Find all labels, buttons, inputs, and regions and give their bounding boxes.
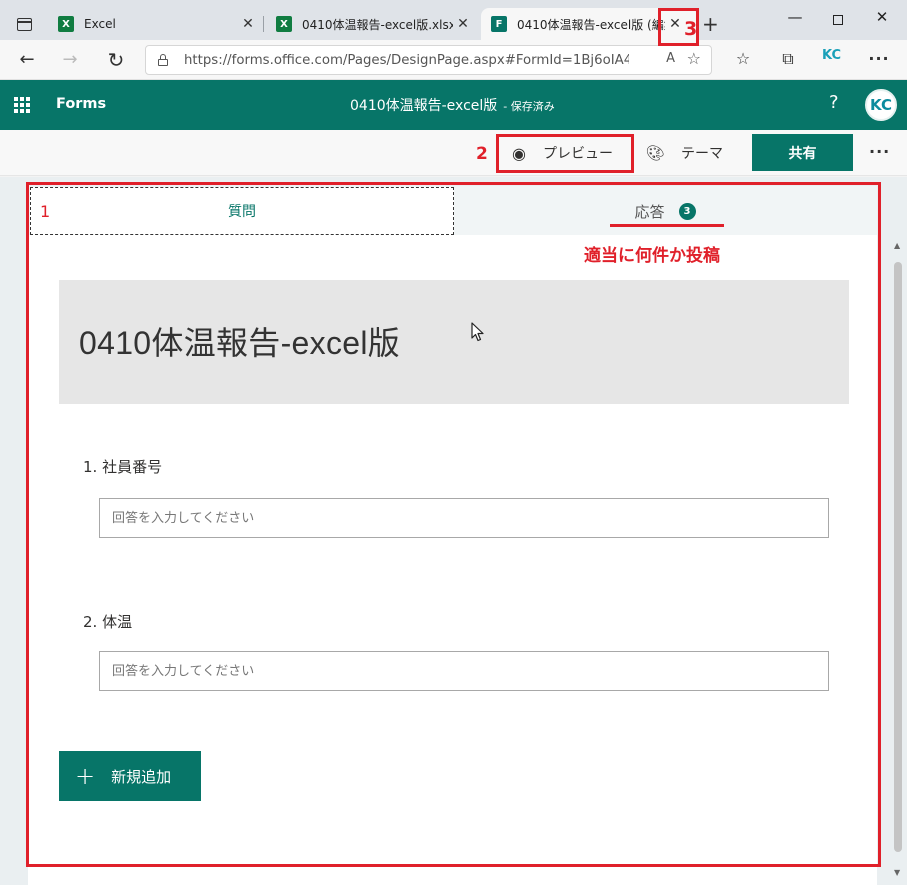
excel-icon: X: [276, 16, 292, 32]
preview-label: プレビュー: [543, 146, 613, 162]
theme-label: テーマ: [681, 146, 723, 162]
add-favorite-icon[interactable]: ☆: [687, 49, 701, 68]
help-icon[interactable]: ?: [829, 92, 839, 113]
tab-title: Excel: [84, 17, 116, 31]
app-launcher-icon[interactable]: [14, 97, 32, 113]
excel-icon: X: [58, 16, 74, 32]
tab-questions[interactable]: 質問: [30, 187, 454, 235]
question-2-answer-input[interactable]: [99, 651, 829, 691]
forms-icon: F: [491, 16, 507, 32]
annotation-number-2: 2: [476, 144, 488, 164]
palette-icon: 🎨︎: [645, 144, 665, 162]
browser-tab-excel[interactable]: X Excel ✕: [48, 8, 264, 40]
question-1-answer-input[interactable]: [99, 498, 829, 538]
browser-tab-forms-active[interactable]: F 0410体温報告-excel版 (編集 ✕: [481, 8, 697, 40]
share-button[interactable]: 共有: [752, 134, 853, 171]
scroll-down-arrow-icon[interactable]: ▼: [894, 868, 900, 877]
tab-title: 0410体温報告-excel版 (編集: [517, 17, 665, 32]
browser-profile-avatar[interactable]: KC: [822, 48, 844, 70]
add-new-question-button[interactable]: + 新規追加: [59, 751, 201, 801]
close-tab-icon[interactable]: ✕: [453, 16, 473, 32]
forms-app-header: Forms 0410体温報告-excel版 - 保存済み ?: [0, 80, 907, 130]
app-name[interactable]: Forms: [56, 96, 106, 112]
header-title-text: 0410体温報告-excel版: [350, 98, 498, 114]
browser-toolbar: ← → ↻ https://forms.office.com/Pages/Des…: [0, 40, 907, 80]
annotation-number-3: 3: [684, 18, 698, 40]
tab-title: 0410体温報告-excel版.xlsx: [302, 17, 453, 32]
annotation-note: 適当に何件か投稿: [584, 246, 720, 266]
theme-button[interactable]: 🎨︎ テーマ: [645, 137, 723, 169]
address-bar[interactable]: https://forms.office.com/Pages/DesignPag…: [145, 45, 712, 75]
question-2-label: 2. 体温: [83, 613, 133, 631]
browser-tab-strip: X Excel ✕ X 0410体温報告-excel版.xlsx ✕ F 041…: [0, 0, 907, 40]
url-text[interactable]: https://forms.office.com/Pages/DesignPag…: [184, 53, 629, 68]
minimize-icon[interactable]: —: [775, 8, 815, 32]
collections-icon[interactable]: ⧉: [776, 49, 800, 69]
browser-tab-xlsx[interactable]: X 0410体温報告-excel版.xlsx ✕: [266, 8, 479, 40]
window-close-icon[interactable]: ✕: [862, 8, 902, 32]
save-status: - 保存済み: [503, 100, 555, 113]
form-title[interactable]: 0410体温報告-excel版: [79, 318, 400, 364]
more-options-icon[interactable]: ···: [869, 142, 890, 161]
preview-button[interactable]: ◉ プレビュー: [499, 137, 631, 169]
command-bar: ◉ プレビュー 🎨︎ テーマ 共有 ···: [0, 130, 907, 176]
maximize-icon[interactable]: [818, 8, 858, 32]
close-tab-icon[interactable]: ✕: [238, 16, 258, 32]
read-aloud-icon[interactable]: A: [666, 51, 675, 66]
close-tab-icon[interactable]: ✕: [665, 16, 685, 32]
annotation-underline: [610, 224, 724, 227]
tab-divider: [263, 16, 264, 32]
scroll-up-arrow-icon[interactable]: ▲: [894, 241, 900, 250]
scrollbar-thumb[interactable]: [894, 262, 902, 852]
add-new-label: 新規追加: [111, 767, 172, 786]
mouse-cursor-icon: [471, 322, 484, 342]
new-tab-icon[interactable]: +: [702, 12, 719, 36]
eye-icon: ◉: [512, 143, 526, 163]
back-arrow-icon[interactable]: ←: [14, 48, 40, 72]
question-1-label: 1. 社員番号: [83, 458, 163, 476]
favorites-icon[interactable]: ☆: [731, 49, 755, 68]
tab-actions-button[interactable]: [10, 10, 38, 38]
responses-count-badge: 3: [678, 202, 696, 220]
header-form-title: 0410体温報告-excel版 - 保存済み: [350, 95, 555, 115]
tab-responses-label: 応答: [634, 202, 665, 221]
tab-responses[interactable]: 応答 3: [455, 187, 875, 235]
forward-arrow-icon[interactable]: →: [57, 48, 83, 72]
user-avatar[interactable]: KC: [865, 89, 897, 121]
plus-icon: +: [75, 762, 96, 790]
lock-icon[interactable]: [158, 54, 168, 66]
tab-actions-icon: [17, 18, 32, 31]
browser-more-icon[interactable]: ···: [867, 49, 891, 68]
reload-icon[interactable]: ↻: [103, 48, 129, 72]
annotation-number-1: 1: [40, 202, 51, 221]
